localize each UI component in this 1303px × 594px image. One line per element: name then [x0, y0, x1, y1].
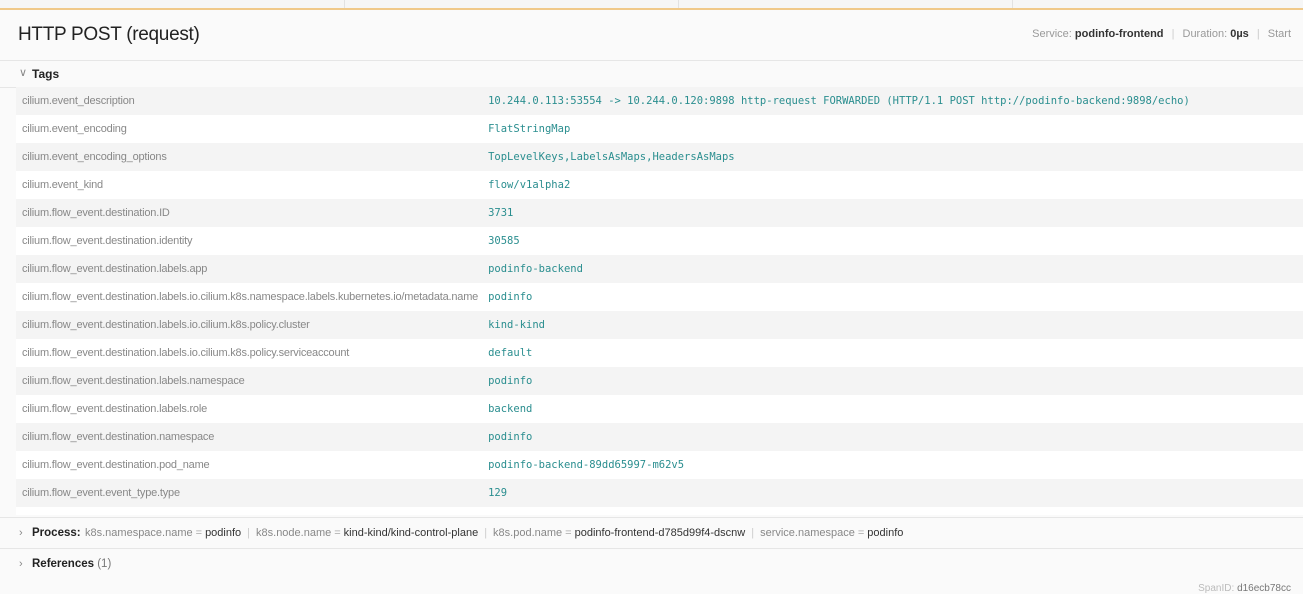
timeline-strip: [0, 0, 1303, 10]
tag-value: podinfo: [478, 423, 1303, 451]
tag-key: cilium.flow_event.destination.ID: [16, 199, 479, 227]
process-section-toggle[interactable]: › Process: k8s.namespace.name = podinfo | k8…: [0, 517, 1303, 548]
process-tags: k8s.namespace.name = podinfo | k8s.node.name…: [85, 527, 903, 539]
equals-sign: =: [565, 527, 572, 539]
process-tag-key: k8s.namespace.name: [85, 527, 193, 539]
tag-key: cilium.flow_event.destination.labels.app: [16, 255, 479, 283]
tag-value: podinfo: [478, 367, 1303, 395]
tag-value: 30585: [478, 227, 1303, 255]
tag-value: 129: [478, 479, 1303, 507]
timeline-segment: [0, 0, 345, 8]
tag-value: 3731: [478, 199, 1303, 227]
service-value: podinfo-frontend: [1074, 28, 1164, 40]
tag-key: cilium.event_encoding_options: [16, 143, 479, 171]
equals-sign: =: [857, 527, 865, 539]
tag-value: FlatStringMap: [478, 115, 1303, 143]
tag-key: cilium.flow_event.event_type.type: [16, 479, 479, 507]
tag-value: default: [478, 339, 1303, 367]
tag-key: cilium.flow_event.destination.labels.rol…: [16, 395, 479, 423]
tag-key: cilium.event_description: [16, 87, 479, 115]
process-tag-key: k8s.pod.name: [493, 527, 563, 539]
process-tag-key: service.namespace: [760, 527, 855, 539]
tag-key: cilium.event_kind: [16, 171, 479, 199]
process-tag-key: k8s.node.name: [256, 527, 332, 539]
tag-row[interactable]: cilium.flow_event.destination.pod_name po…: [16, 451, 1303, 479]
tag-row[interactable]: cilium.flow_event.destination.labels.io.…: [16, 283, 1303, 311]
process-tag-value: podinfo-frontend-d785d99f4-dscnw: [574, 527, 746, 539]
tag-value: flow/v1alpha2: [478, 171, 1303, 199]
timeline-segment: [678, 0, 1013, 8]
timeline-segment: [344, 0, 679, 8]
process-tag-value: podinfo: [205, 527, 242, 539]
equals-sign: =: [334, 527, 341, 539]
process-tag-value: kind-kind/kind-control-plane: [343, 527, 479, 539]
separator: |: [247, 527, 251, 539]
process-tag-value: podinfo: [867, 527, 904, 539]
tags-label: Tags: [32, 67, 60, 81]
tag-row[interactable]: cilium.flow_event.destination.namespace p…: [16, 423, 1303, 451]
tag-value: podinfo-backend-89dd65997-m62v5: [478, 451, 1303, 479]
tag-row[interactable]: cilium.flow_event.destination.identity 30…: [16, 227, 1303, 255]
tag-row[interactable]: cilium.flow_event.destination.labels.nam…: [16, 367, 1303, 395]
chevron-right-icon: ›: [19, 558, 23, 570]
span-title: HTTP POST (request): [18, 24, 200, 45]
tag-value: podinfo-backend: [478, 255, 1303, 283]
tag-value: kind-kind: [478, 311, 1303, 339]
duration-value: 0µs: [1230, 28, 1249, 40]
duration-label: Duration:: [1182, 28, 1228, 40]
tag-value: backend: [478, 395, 1303, 423]
tag-value: 10.244.0.120: [478, 507, 1303, 515]
tag-row[interactable]: cilium.event_encoding FlatStringMap: [16, 115, 1303, 143]
tag-value: TopLevelKeys,LabelsAsMaps,HeadersAsMaps: [478, 143, 1303, 171]
tags-table-container[interactable]: cilium.event_description 10.244.0.113:535…: [16, 87, 1303, 515]
span-id-value: d16ecb78cc: [1237, 583, 1291, 594]
tag-value: podinfo: [478, 283, 1303, 311]
span-detail-panel: HTTP POST (request) Service: podinfo-fro…: [0, 10, 1303, 594]
tag-key: cilium.flow_event.IP.destination: [16, 507, 479, 515]
tag-row[interactable]: cilium.flow_event.IP.destination10.244.0…: [16, 507, 1303, 515]
chevron-right-icon: ›: [19, 527, 23, 539]
tag-key: cilium.flow_event.destination.pod_name: [16, 451, 479, 479]
separator: |: [484, 527, 488, 539]
tag-key: cilium.flow_event.destination.labels.io.…: [16, 283, 478, 311]
span-meta: Service: podinfo-frontend | Duration: 0µ…: [1032, 28, 1291, 40]
tag-row[interactable]: cilium.event_encoding_options TopLevelKey…: [16, 143, 1303, 171]
tag-row[interactable]: cilium.flow_event.destination.ID 3731: [16, 199, 1303, 227]
tag-value: 10.244.0.113:53554 -> 10.244.0.120:9898 …: [478, 87, 1303, 115]
chevron-down-icon: ∨: [19, 67, 28, 79]
tag-key: cilium.event_encoding: [16, 115, 479, 143]
tag-key: cilium.flow_event.destination.labels.nam…: [16, 367, 479, 395]
tag-key: cilium.flow_event.destination.namespace: [16, 423, 479, 451]
process-label: Process:: [32, 527, 81, 539]
tag-row[interactable]: cilium.flow_event.event_type.type 129: [16, 479, 1303, 507]
tag-row[interactable]: cilium.flow_event.destination.labels.io.…: [16, 339, 1303, 367]
references-section-toggle[interactable]: › References (1): [0, 548, 1303, 579]
tag-row[interactable]: cilium.flow_event.destination.labels.rol…: [16, 395, 1303, 423]
tag-row[interactable]: cilium.event_kind flow/v1alpha2: [16, 171, 1303, 199]
references-label: References (1): [32, 558, 111, 570]
equals-sign: =: [195, 527, 203, 539]
tag-key: cilium.flow_event.destination.labels.io.…: [16, 339, 479, 367]
tag-row[interactable]: cilium.event_description 10.244.0.113:535…: [16, 87, 1303, 115]
tag-key: cilium.flow_event.destination.labels.io.…: [16, 311, 479, 339]
span-header: HTTP POST (request) Service: podinfo-fro…: [0, 10, 1303, 56]
service-label: Service:: [1032, 28, 1072, 40]
start-label: Start: [1267, 28, 1291, 40]
tag-key: cilium.flow_event.destination.identity: [16, 227, 479, 255]
references-count: (1): [97, 558, 112, 570]
tags-section-toggle[interactable]: ∨ Tags: [0, 60, 1303, 88]
tag-row[interactable]: cilium.flow_event.destination.labels.app…: [16, 255, 1303, 283]
span-id-label: SpanID:: [1198, 583, 1235, 594]
tags-table: cilium.event_description 10.244.0.113:535…: [16, 87, 1303, 515]
separator: |: [751, 527, 755, 539]
references-text: References: [32, 558, 95, 570]
tag-row[interactable]: cilium.flow_event.destination.labels.io.…: [16, 311, 1303, 339]
span-id: SpanID: d16ecb78cc: [1198, 583, 1291, 594]
